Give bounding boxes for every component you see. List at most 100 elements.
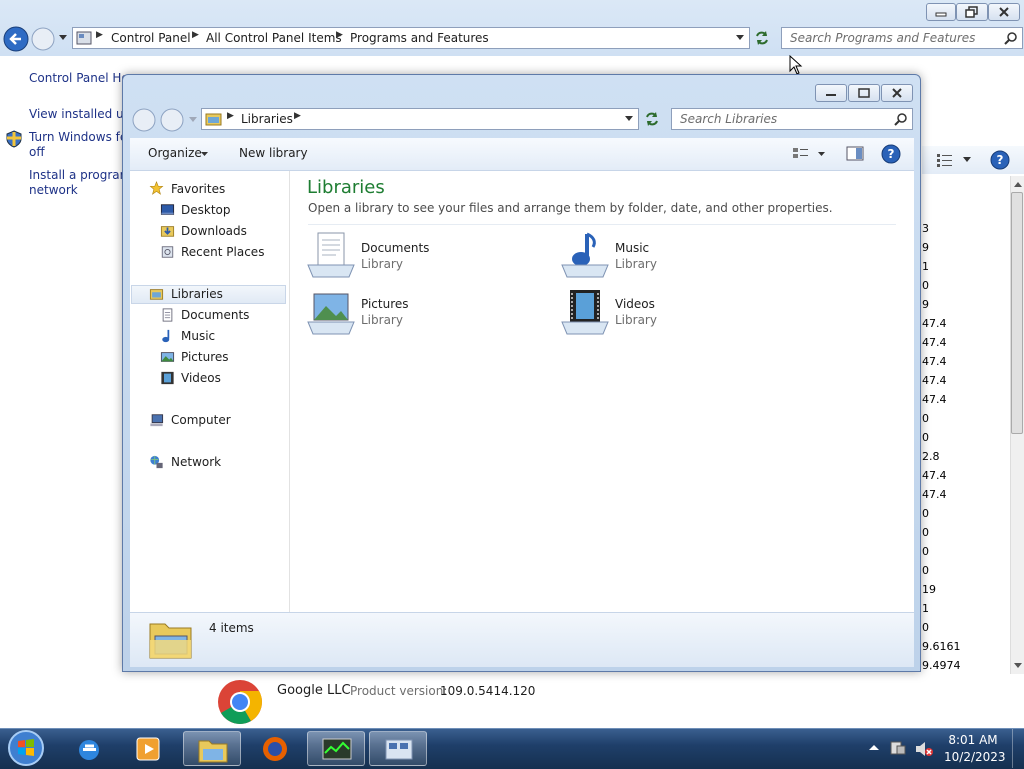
network-icon: [150, 455, 163, 469]
cp-search-input[interactable]: Search Programs and Features: [781, 27, 1023, 49]
nav-desktop[interactable]: Desktop: [181, 203, 231, 217]
chevron-down-icon[interactable]: [624, 115, 634, 123]
taskbar-ie-button[interactable]: [60, 731, 118, 766]
clock-date[interactable]: 10/2/2023: [944, 750, 1006, 764]
nav-recent-places[interactable]: Recent Places: [181, 245, 264, 259]
cp-list-value: 47.4: [922, 355, 947, 368]
pictures-library-icon[interactable]: [306, 288, 356, 336]
scroll-down-icon[interactable]: [1013, 662, 1023, 670]
nav-network[interactable]: Network: [171, 455, 221, 469]
ex-address-bar[interactable]: ▶ Libraries ▶: [201, 108, 639, 130]
library-music-type: Library: [615, 257, 657, 271]
close-icon: [999, 7, 1009, 17]
preview-pane-icon[interactable]: [846, 146, 864, 162]
cp-forward-button[interactable]: [30, 26, 56, 52]
cp-list-value: 47.4: [922, 469, 947, 482]
music-library-icon[interactable]: [560, 231, 610, 279]
volume-muted-icon[interactable]: [914, 740, 934, 758]
help-icon[interactable]: ?: [881, 144, 901, 164]
chevron-down-icon[interactable]: [962, 156, 972, 164]
taskbar-task-manager-button[interactable]: [307, 731, 365, 766]
chevron-down-icon[interactable]: [817, 151, 826, 158]
breadcrumb-programs-features[interactable]: Programs and Features: [350, 31, 489, 45]
nav-pictures[interactable]: Pictures: [181, 350, 229, 364]
taskbar-explorer-button[interactable]: [183, 731, 241, 766]
ex-back-button[interactable]: [131, 107, 157, 133]
ex-minimize-button[interactable]: [815, 84, 847, 102]
refresh-icon[interactable]: [642, 110, 662, 128]
view-options-icon[interactable]: [792, 147, 810, 161]
chevron-down-icon[interactable]: [200, 151, 209, 158]
library-videos-name[interactable]: Videos: [615, 297, 655, 311]
ex-close-button[interactable]: [881, 84, 913, 102]
breadcrumb-libraries[interactable]: Libraries: [241, 112, 293, 126]
taskbar-firefox-button[interactable]: [246, 731, 304, 766]
cp-list-value: 47.4: [922, 336, 947, 349]
new-library-button[interactable]: New library: [239, 146, 308, 160]
install-network-link-cont[interactable]: network: [29, 183, 78, 198]
nav-libraries[interactable]: Libraries: [171, 287, 223, 301]
refresh-icon[interactable]: [752, 29, 772, 47]
videos-library-icon[interactable]: [560, 288, 610, 336]
recent-pages-icon[interactable]: [188, 116, 198, 124]
ex-forward-button[interactable]: [159, 107, 185, 133]
library-pictures-name[interactable]: Pictures: [361, 297, 409, 311]
firefox-icon: [263, 737, 287, 761]
desktop-icon: [160, 204, 175, 215]
library-documents-name[interactable]: Documents: [361, 241, 429, 255]
breadcrumb-all-items[interactable]: All Control Panel Items: [206, 31, 342, 45]
cp-close-button[interactable]: [988, 3, 1020, 21]
chevron-down-icon[interactable]: [735, 34, 745, 42]
nav-downloads[interactable]: Downloads: [181, 224, 247, 238]
minimize-icon: [826, 94, 836, 96]
show-desktop-button[interactable]: [1012, 729, 1024, 768]
breadcrumb-arrow-icon: ▶: [192, 30, 199, 40]
ex-search-input[interactable]: Search Libraries: [671, 108, 913, 130]
action-center-icon[interactable]: [889, 740, 907, 756]
clock-time[interactable]: 8:01 AM: [944, 733, 1002, 747]
cp-toolbar: ?: [922, 146, 1024, 174]
start-button[interactable]: [5, 729, 47, 767]
cp-scroll-thumb[interactable]: [1011, 192, 1023, 434]
publisher-name: Google LLC: [277, 683, 351, 698]
taskbar-control-panel-button[interactable]: [369, 731, 427, 766]
cp-minimize-button[interactable]: [926, 3, 956, 21]
library-videos-type: Library: [615, 313, 657, 327]
cp-home-link[interactable]: Control Panel Hon: [29, 71, 136, 86]
cp-list-value: 0: [922, 412, 929, 425]
nav-music[interactable]: Music: [181, 329, 215, 343]
cp-address-bar[interactable]: ▶ Control Panel ▶ All Control Panel Item…: [72, 27, 750, 49]
cp-list-value: 0: [922, 279, 929, 292]
organize-button[interactable]: Organize: [148, 146, 202, 160]
music-icon: [162, 329, 170, 343]
cp-list-value: 9: [922, 298, 929, 311]
recent-pages-icon[interactable]: [58, 34, 68, 42]
ex-maximize-button[interactable]: [848, 84, 880, 102]
nav-favorites[interactable]: Favorites: [171, 182, 225, 196]
cp-list-value: 0: [922, 621, 929, 634]
cp-restore-button[interactable]: [956, 3, 988, 21]
scroll-up-icon[interactable]: [1013, 180, 1023, 188]
documents-library-icon[interactable]: [306, 231, 356, 279]
show-hidden-icons[interactable]: [868, 743, 880, 751]
help-icon[interactable]: ?: [990, 150, 1010, 170]
search-icon[interactable]: [894, 112, 908, 126]
turn-features-link[interactable]: Turn Windows fea: [29, 130, 135, 145]
library-documents-type: Library: [361, 257, 403, 271]
pictures-icon: [160, 352, 175, 362]
nav-videos[interactable]: Videos: [181, 371, 221, 385]
nav-documents[interactable]: Documents: [181, 308, 249, 322]
search-icon[interactable]: [1004, 31, 1018, 45]
cp-back-button[interactable]: [3, 26, 29, 52]
nav-computer[interactable]: Computer: [171, 413, 231, 427]
taskbar-media-player-button[interactable]: [120, 731, 178, 766]
library-music-name[interactable]: Music: [615, 241, 649, 255]
cp-list-value: 0: [922, 526, 929, 539]
computer-icon: [150, 414, 164, 427]
item-count: 4 items: [209, 621, 254, 635]
turn-features-link-cont[interactable]: off: [29, 145, 45, 160]
restore-icon: [858, 88, 870, 98]
breadcrumb-control-panel[interactable]: Control Panel: [111, 31, 191, 45]
view-options-icon[interactable]: [936, 153, 954, 167]
cp-list-value: 9.4974: [922, 659, 961, 672]
